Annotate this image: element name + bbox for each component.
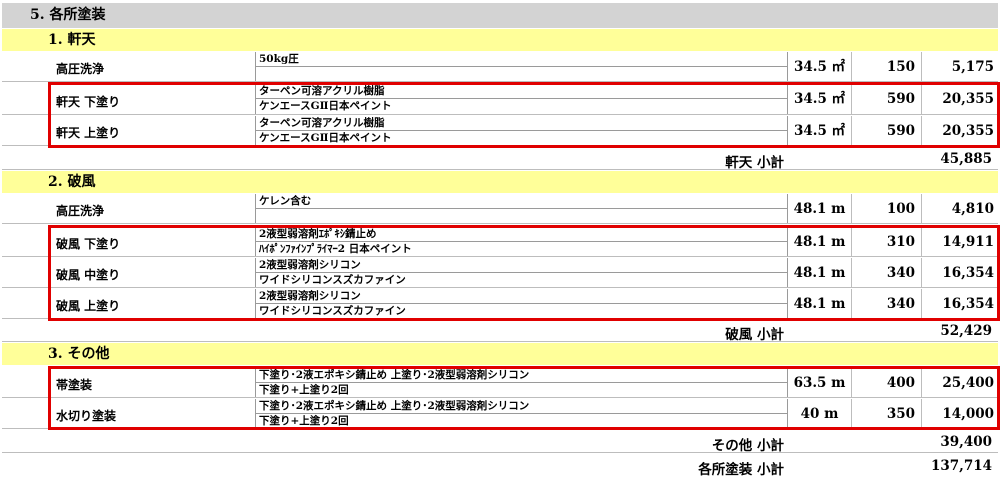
table-row: 高圧洗浄 50kg圧 34.5 ㎡ 150 5,175	[2, 52, 998, 82]
quantity: 48.1 m	[788, 258, 852, 287]
item-name: 破風 中塗り	[56, 268, 121, 282]
spec-line-1: ターペン可溶アクリル樹脂	[256, 116, 787, 131]
subtotal-row: 破風 小計 52,429	[2, 320, 998, 343]
item-spec: 下塗り･2液エポキシ錆止め 上塗り･2液型弱溶剤シリコン 下塗り+上塗り2回	[255, 368, 788, 397]
quantity: 48.1 m	[788, 289, 852, 318]
spec-line-1: ケレン含む	[256, 194, 787, 209]
amount: 25,400	[942, 375, 994, 391]
amount: 4,810	[951, 201, 994, 217]
amount: 20,355	[942, 91, 994, 107]
amount: 16,354	[942, 265, 994, 281]
quantity: 34.5 ㎡	[788, 84, 852, 114]
spec-line-1: 2液型弱溶剤シリコン	[256, 258, 787, 273]
unit-price: 590	[852, 116, 922, 145]
subtotal-amount: 45,885	[940, 151, 992, 167]
subtotal-amount: 39,400	[940, 434, 992, 450]
subtotal-row: その他 小計 39,400	[2, 431, 998, 454]
item-spec: ターペン可溶アクリル樹脂 ケンエースGⅡ日本ペイント	[255, 116, 788, 145]
quantity: 48.1 m	[788, 227, 852, 256]
unit-price: 100	[852, 194, 922, 223]
unit-price: 340	[852, 289, 922, 318]
table-row: 破風 下塗り 2液型弱溶剤ｴﾎﾟｷｼ錆止め ﾊｲﾎﾟﾝﾌｧｲﾝﾌﾟﾗｲﾏｰ2 日…	[2, 227, 998, 257]
spec-line-2: ケンエースGⅡ日本ペイント	[259, 100, 392, 112]
item-name: 高圧洗浄	[56, 62, 105, 76]
amount: 5,175	[951, 59, 994, 75]
item-spec: 2液型弱溶剤シリコン ワイドシリコンスズカファイン	[255, 289, 788, 318]
group-header-other: 3. その他	[2, 343, 998, 365]
grand-total-label: 各所塗装 小計	[698, 462, 784, 478]
subtotal-label: 破風 小計	[725, 327, 784, 343]
quantity: 34.5 ㎡	[788, 52, 852, 81]
table-row: 軒天 上塗り ターペン可溶アクリル樹脂 ケンエースGⅡ日本ペイント 34.5 ㎡…	[2, 116, 998, 146]
spec-line-2: 下塗り+上塗り2回	[259, 415, 349, 427]
amount: 16,354	[942, 296, 994, 312]
table-row: 軒天 下塗り ターペン可溶アクリル樹脂 ケンエースGⅡ日本ペイント 34.5 ㎡…	[2, 84, 998, 115]
spec-line-1: 下塗り･2液エポキシ錆止め 上塗り･2液型弱溶剤シリコン	[256, 399, 787, 414]
spec-line-2: 下塗り+上塗り2回	[259, 384, 349, 396]
section-header: 5. 各所塗装	[2, 3, 998, 28]
spec-line-2	[256, 67, 787, 81]
spec-line-1: 50kg圧	[256, 52, 787, 67]
quantity: 63.5 m	[788, 368, 852, 397]
table-row: 水切り塗装 下塗り･2液エポキシ錆止め 上塗り･2液型弱溶剤シリコン 下塗り+上…	[2, 399, 998, 429]
item-spec: ターペン可溶アクリル樹脂 ケンエースGⅡ日本ペイント	[255, 84, 788, 114]
unit-price: 400	[852, 368, 922, 397]
spec-line-1: 2液型弱溶剤ｴﾎﾟｷｼ錆止め	[256, 227, 787, 242]
amount: 20,355	[942, 123, 994, 139]
quantity: 34.5 ㎡	[788, 116, 852, 145]
unit-price: 310	[852, 227, 922, 256]
item-name: 高圧洗浄	[56, 204, 105, 218]
unit-price: 350	[852, 399, 922, 428]
subtotal-amount: 52,429	[940, 323, 992, 339]
table-row: 破風 中塗り 2液型弱溶剤シリコン ワイドシリコンスズカファイン 48.1 m …	[2, 258, 998, 288]
table-row: 高圧洗浄 ケレン含む 48.1 m 100 4,810	[2, 194, 998, 224]
item-name: 水切り塗装	[56, 409, 117, 423]
unit-price: 150	[852, 52, 922, 81]
amount: 14,911	[942, 234, 994, 250]
item-name: 軒天 下塗り	[56, 95, 121, 109]
grand-total-row: 各所塗装 小計 137,714	[2, 455, 998, 478]
spec-line-2: ワイドシリコンスズカファイン	[259, 274, 406, 286]
item-name: 軒天 上塗り	[56, 126, 121, 140]
subtotal-row: 軒天 小計 45,885	[2, 148, 998, 171]
quantity: 48.1 m	[788, 194, 852, 223]
item-spec: 2液型弱溶剤シリコン ワイドシリコンスズカファイン	[255, 258, 788, 287]
unit-price: 590	[852, 84, 922, 114]
spec-line-2: ワイドシリコンスズカファイン	[259, 305, 406, 317]
item-name: 帯塗装	[56, 378, 93, 392]
spec-line-1: ターペン可溶アクリル樹脂	[256, 84, 787, 99]
table-row: 破風 上塗り 2液型弱溶剤シリコン ワイドシリコンスズカファイン 48.1 m …	[2, 289, 998, 319]
subtotal-label: その他 小計	[711, 438, 784, 454]
item-name: 破風 上塗り	[56, 299, 121, 313]
item-spec: 下塗り･2液エポキシ錆止め 上塗り･2液型弱溶剤シリコン 下塗り+上塗り2回	[255, 399, 788, 428]
group-header-fascia: 2. 破風	[2, 171, 998, 193]
quantity: 40 m	[788, 399, 852, 428]
spec-line-1: 下塗り･2液エポキシ錆止め 上塗り･2液型弱溶剤シリコン	[256, 368, 787, 383]
item-spec: 50kg圧	[255, 52, 788, 81]
unit-price: 340	[852, 258, 922, 287]
subtotal-label: 軒天 小計	[725, 155, 784, 171]
item-spec: 2液型弱溶剤ｴﾎﾟｷｼ錆止め ﾊｲﾎﾟﾝﾌｧｲﾝﾌﾟﾗｲﾏｰ2 日本ペイント	[255, 227, 788, 256]
spec-line-2: ﾊｲﾎﾟﾝﾌｧｲﾝﾌﾟﾗｲﾏｰ2 日本ペイント	[259, 243, 412, 255]
item-name: 破風 下塗り	[56, 237, 121, 251]
item-spec: ケレン含む	[255, 194, 788, 223]
table-row: 帯塗装 下塗り･2液エポキシ錆止め 上塗り･2液型弱溶剤シリコン 下塗り+上塗り…	[2, 368, 998, 398]
spec-line-2	[256, 209, 787, 223]
grand-total-amount: 137,714	[930, 458, 992, 474]
spec-line-2: ケンエースGⅡ日本ペイント	[259, 132, 392, 144]
amount: 14,000	[942, 406, 994, 422]
spec-line-1: 2液型弱溶剤シリコン	[256, 289, 787, 304]
group-header-eaves: 1. 軒天	[2, 29, 998, 51]
